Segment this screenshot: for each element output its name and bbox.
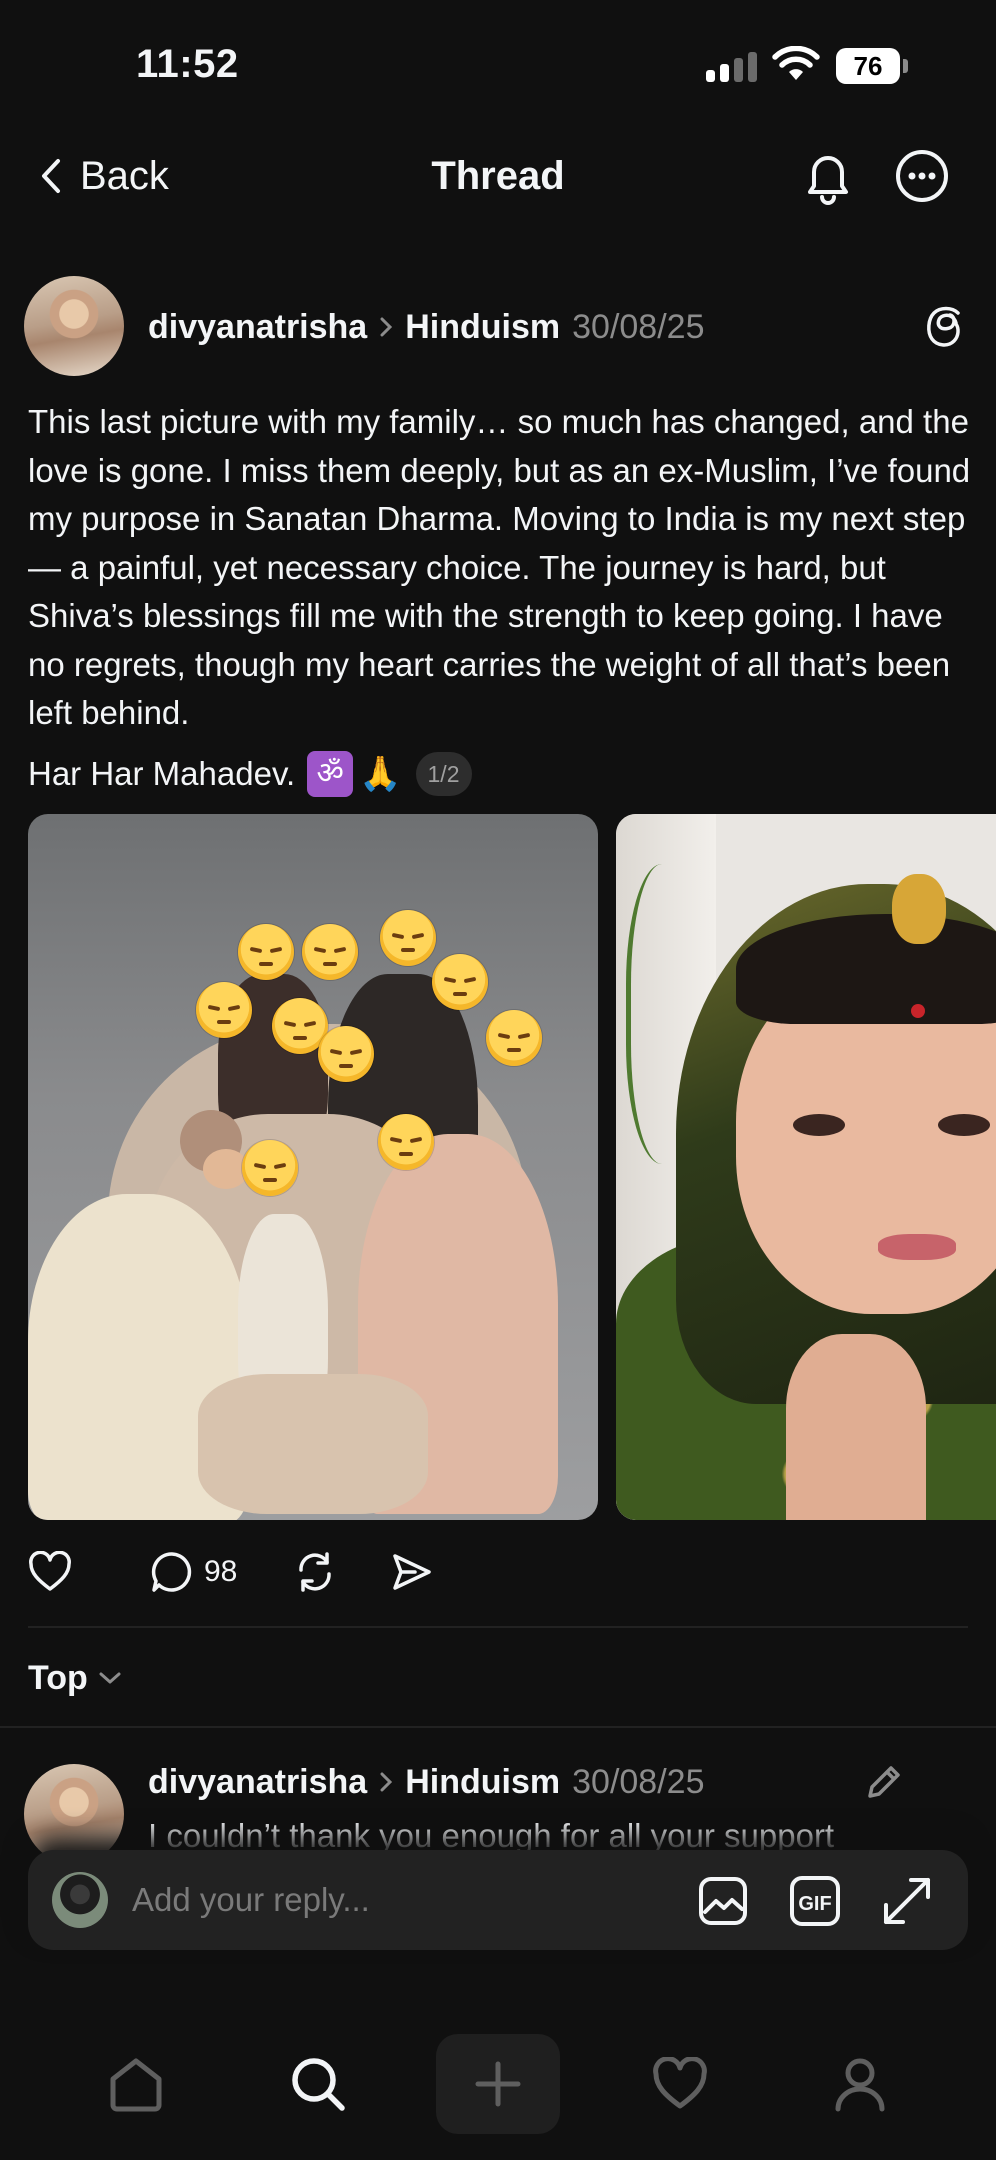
username-link[interactable]: divyanatrisha [148,308,367,347]
more-horizontal-icon[interactable] [894,148,950,204]
battery-icon: 76 [836,48,908,84]
chevron-left-icon [42,159,60,193]
heart-icon [29,1551,71,1591]
composer-avatar [52,1872,108,1928]
expand-icon[interactable] [880,1874,934,1928]
sort-dropdown[interactable]: Top [28,1656,122,1700]
comment-count: 98 [204,1555,238,1588]
speech-bubble-icon [151,1552,192,1592]
post-image-portrait[interactable] [616,814,996,1520]
tab-home[interactable] [74,2034,198,2134]
post-date: 30/08/25 [572,307,705,346]
post-signoff: Har Har Mahadev. ॐ 🙏 1/2 [28,748,472,800]
divider [0,1726,996,1728]
post-meta: divyanatrisha Hinduism 30/08/25 [148,300,704,354]
reply-date: 30/08/25 [572,1762,705,1801]
like-button[interactable] [28,1551,72,1593]
pencil-icon[interactable] [862,1760,906,1804]
status-time: 11:52 [136,42,239,86]
reply-composer: GIF [28,1850,968,1950]
media-page-badge: 1/2 [415,752,472,796]
battery-level: 76 [836,48,900,84]
cellular-signal-icon [706,52,758,82]
send-icon [393,1554,432,1590]
profile-icon [835,2058,885,2112]
chevron-right-icon [380,1772,393,1792]
chevron-right-icon [380,317,393,337]
bell-icon[interactable] [800,146,856,206]
reply-input[interactable] [132,1876,552,1924]
gif-frame: GIF [790,1876,840,1926]
gif-icon[interactable]: GIF [788,1874,842,1928]
reply-username-link[interactable]: divyanatrisha [148,1763,367,1802]
post-image-family[interactable] [28,814,598,1520]
tab-bar [0,2020,996,2160]
nav-header: Back Thread [0,140,996,212]
wifi-icon [772,46,820,80]
gif-label: GIF [798,1893,831,1915]
home-icon [110,2058,162,2112]
post-actions: 98 [28,1548,433,1596]
search-icon [292,2058,345,2111]
share-button[interactable] [389,1550,433,1594]
repost-button[interactable] [293,1550,337,1594]
topic-link[interactable]: Hinduism [405,308,560,347]
comment-button[interactable]: 98 [150,1550,237,1594]
repost-icon [299,1552,332,1592]
divider [28,1626,968,1628]
status-bar: 11:52 76 [0,0,996,130]
heart-icon [653,2057,707,2109]
reply-topic-link[interactable]: Hinduism [405,1763,560,1802]
post-body: This last picture with my family… so muc… [28,403,971,731]
chevron-down-icon [99,1672,121,1684]
tab-search[interactable] [256,2034,380,2134]
back-button[interactable]: Back [40,148,169,204]
reply-meta: divyanatrisha Hinduism 30/08/25 [148,1756,704,1808]
image-icon[interactable] [696,1874,750,1928]
avatar[interactable] [24,276,124,376]
plus-icon [475,2061,521,2107]
tab-profile[interactable] [798,2034,922,2134]
threads-logo-icon[interactable] [926,304,968,350]
tab-create[interactable] [436,2034,560,2134]
sort-label: Top [28,1658,88,1697]
tab-activity[interactable] [618,2034,742,2134]
reply-text: I couldn’t thank you enough for all your… [148,1817,835,1852]
back-label: Back [80,153,169,198]
pray-emoji: 🙏 [359,755,402,793]
reply-avatar[interactable] [24,1764,124,1864]
om-emoji: ॐ [307,751,354,797]
signoff-text: Har Har Mahadev. [28,755,296,792]
